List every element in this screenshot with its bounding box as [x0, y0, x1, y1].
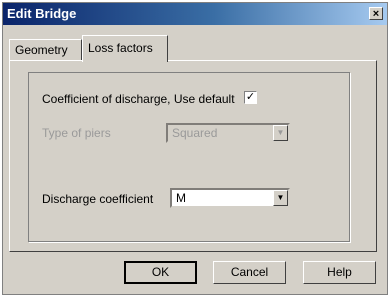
check-icon: ✓: [245, 91, 256, 103]
dropdown-arrow-icon[interactable]: ▼: [273, 125, 288, 141]
discharge-coefficient-value: M: [176, 191, 186, 205]
ok-button[interactable]: OK: [124, 261, 197, 284]
piers-type-select[interactable]: Squared ▼: [166, 123, 290, 143]
piers-type-label: Type of piers: [42, 126, 111, 140]
use-default-label: Coefficient of discharge, Use default: [42, 92, 235, 106]
discharge-coefficient-label: Discharge coefficient: [42, 192, 154, 206]
piers-type-value: Squared: [172, 126, 218, 140]
window-title: Edit Bridge: [7, 6, 77, 21]
dropdown-arrow-icon[interactable]: ▼: [273, 190, 288, 206]
tab-loss-factors[interactable]: Loss factors: [82, 35, 168, 62]
title-bar[interactable]: Edit Bridge ×: [3, 3, 387, 25]
close-button[interactable]: ×: [369, 7, 383, 20]
help-button[interactable]: Help: [303, 261, 376, 284]
tab-geometry[interactable]: Geometry: [9, 39, 82, 61]
use-default-checkbox[interactable]: ✓: [244, 91, 257, 104]
discharge-coefficient-select[interactable]: M ▼: [170, 188, 290, 208]
close-icon: ×: [372, 8, 380, 20]
cancel-button[interactable]: Cancel: [213, 261, 286, 284]
